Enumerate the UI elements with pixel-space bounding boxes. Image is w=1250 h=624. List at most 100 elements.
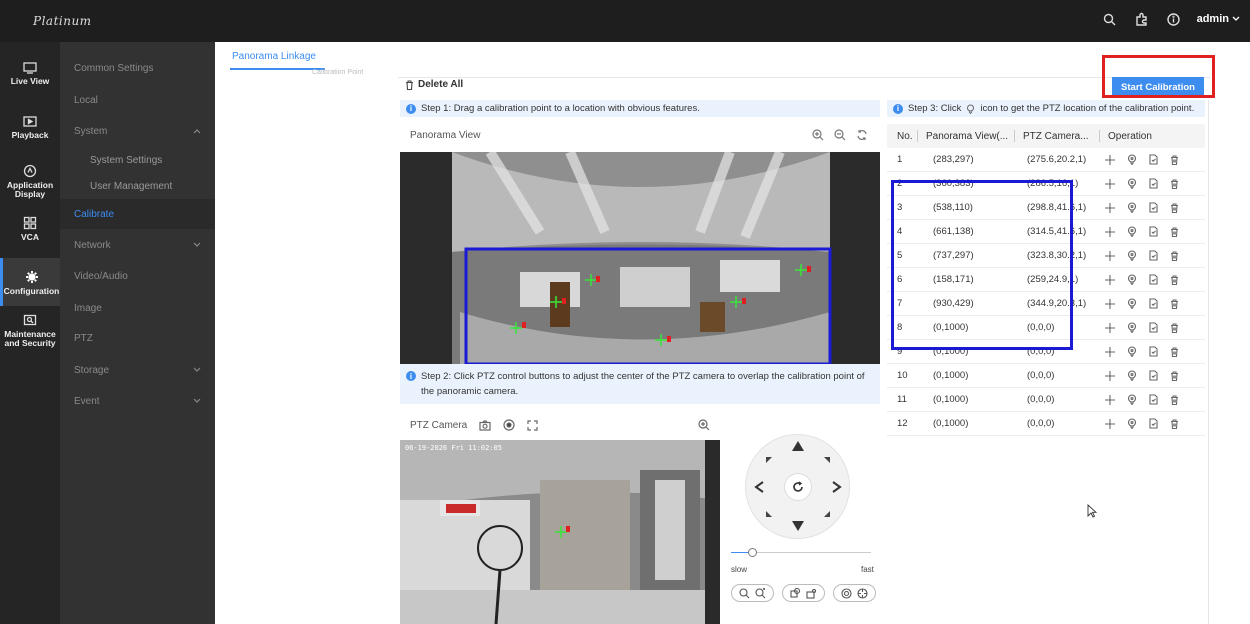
delete-point-icon[interactable] [1170,202,1179,213]
save-point-icon[interactable] [1149,154,1158,165]
locate-icon[interactable] [1127,226,1137,237]
delete-point-icon[interactable] [1170,250,1179,261]
delete-point-icon[interactable] [1170,394,1179,405]
locate-icon[interactable] [1127,178,1137,189]
tab-panorama-linkage[interactable]: Panorama Linkage [232,51,316,62]
iris-close-button[interactable] [841,587,852,599]
menu-item-image[interactable]: Image [60,293,215,323]
locate-icon[interactable] [1127,418,1137,429]
rail-live-view[interactable]: Live View [0,62,60,86]
add-point-icon[interactable] [1105,298,1115,309]
save-point-icon[interactable] [1149,178,1158,189]
menu-item-storage[interactable]: Storage [60,355,215,385]
tab-calibration-point[interactable]: Calibration Point [312,69,363,76]
save-point-icon[interactable] [1149,298,1158,309]
table-row[interactable]: 10 (0,1000) (0,0,0) [887,364,1205,388]
delete-point-icon[interactable] [1170,298,1179,309]
menu-item-calibrate[interactable]: Calibrate [60,199,215,229]
add-point-icon[interactable] [1105,274,1115,285]
save-point-icon[interactable] [1149,346,1158,357]
rail-vca[interactable]: VCA [0,216,60,242]
zoom-out-button[interactable] [739,587,750,599]
focus-far-button[interactable] [806,588,817,599]
delete-point-icon[interactable] [1170,178,1179,189]
add-point-icon[interactable] [1105,154,1115,165]
iris-open-button[interactable] [857,587,868,599]
user-menu[interactable]: admin [1197,13,1240,25]
save-point-icon[interactable] [1149,226,1158,237]
ptz-auto-rotate-button[interactable] [784,473,812,501]
rail-configuration[interactable]: Configuration [0,258,60,306]
search-icon[interactable] [1101,10,1119,28]
add-point-icon[interactable] [1105,250,1115,261]
snapshot-icon[interactable] [479,419,491,431]
add-point-icon[interactable] [1105,226,1115,237]
puzzle-icon[interactable] [1133,10,1151,28]
menu-item-local[interactable]: Local [60,85,215,115]
ptz-upleft-button[interactable] [766,457,772,463]
save-point-icon[interactable] [1149,418,1158,429]
add-point-icon[interactable] [1105,346,1115,357]
locate-icon[interactable] [1127,322,1137,333]
locate-icon[interactable] [1127,250,1137,261]
delete-point-icon[interactable] [1170,370,1179,381]
locate-icon[interactable] [1127,346,1137,357]
delete-point-icon[interactable] [1170,418,1179,429]
fullscreen-icon[interactable] [527,419,538,431]
table-row[interactable]: 12 (0,1000) (0,0,0) [887,412,1205,436]
table-row[interactable]: 1 (283,297) (275.6,20.2,1) [887,148,1205,172]
locate-icon[interactable] [1127,298,1137,309]
locate-icon[interactable] [1127,154,1137,165]
locate-icon[interactable] [1127,370,1137,381]
menu-item-user-management[interactable]: User Management [60,171,215,201]
ptz-right-button[interactable] [832,481,842,493]
ptz-downright-button[interactable] [824,511,830,517]
zoom-icon[interactable] [698,419,710,431]
menu-item-system[interactable]: System [60,116,215,146]
speed-slider-handle[interactable] [748,548,757,557]
ptz-camera-view[interactable]: 06-19-2026 Fri 11:02:05 [400,440,720,624]
add-point-icon[interactable] [1105,418,1115,429]
add-point-icon[interactable] [1105,370,1115,381]
delete-point-icon[interactable] [1170,226,1179,237]
record-icon[interactable] [503,419,515,431]
delete-point-icon[interactable] [1170,154,1179,165]
ptz-left-button[interactable] [754,481,764,493]
menu-item-network[interactable]: Network [60,230,215,260]
menu-item-common-settings[interactable]: Common Settings [60,53,215,83]
add-point-icon[interactable] [1105,322,1115,333]
save-point-icon[interactable] [1149,370,1158,381]
rail-application-display[interactable]: Application Display [0,164,60,199]
add-point-icon[interactable] [1105,394,1115,405]
menu-item-video-audio[interactable]: Video/Audio [60,261,215,291]
ptz-up-button[interactable] [792,441,804,451]
locate-icon[interactable] [1127,394,1137,405]
rail-playback[interactable]: Playback [0,116,60,140]
panorama-view[interactable] [400,149,880,366]
menu-item-ptz[interactable]: PTZ [60,323,215,353]
menu-item-event[interactable]: Event [60,386,215,416]
info-icon[interactable] [1165,10,1183,28]
delete-all-button[interactable]: Delete All [405,79,463,90]
save-point-icon[interactable] [1149,274,1158,285]
save-point-icon[interactable] [1149,394,1158,405]
ptz-upright-button[interactable] [824,457,830,463]
add-point-icon[interactable] [1105,202,1115,213]
table-row[interactable]: 11 (0,1000) (0,0,0) [887,388,1205,412]
delete-point-icon[interactable] [1170,322,1179,333]
ptz-downleft-button[interactable] [766,511,772,517]
rail-maintenance[interactable]: Maintenance and Security [0,314,60,348]
locate-icon[interactable] [1127,202,1137,213]
info-icon: i [406,371,416,381]
delete-point-icon[interactable] [1170,274,1179,285]
focus-near-button[interactable] [790,587,801,599]
save-point-icon[interactable] [1149,250,1158,261]
ptz-down-button[interactable] [792,521,804,531]
delete-point-icon[interactable] [1170,346,1179,357]
save-point-icon[interactable] [1149,202,1158,213]
zoom-in-button[interactable] [755,587,766,599]
save-point-icon[interactable] [1149,322,1158,333]
rail-label: Configuration [3,286,60,296]
locate-icon[interactable] [1127,274,1137,285]
add-point-icon[interactable] [1105,178,1115,189]
